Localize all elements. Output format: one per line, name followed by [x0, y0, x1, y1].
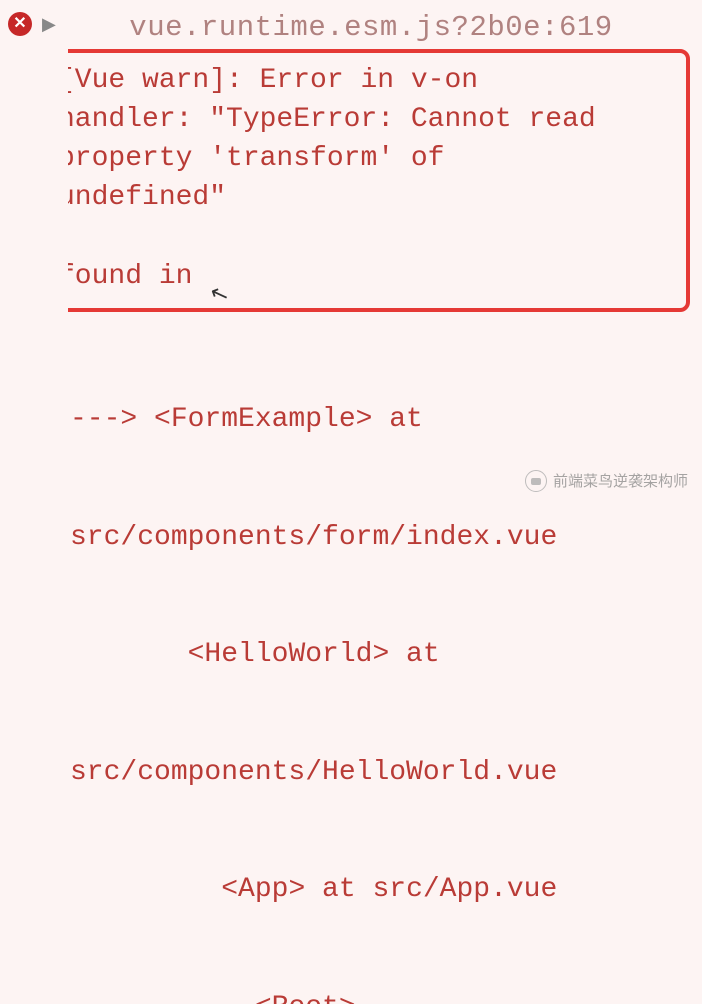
error-icon: ✕: [8, 12, 32, 36]
trace-line: ---> <FormExample> at: [70, 400, 694, 439]
watermark-text: 前端菜鸟逆袭架构师: [553, 471, 688, 492]
warn-line-1: [Vue warn]: Error in v-on: [68, 61, 672, 100]
console-content: vue.runtime.esm.js?2b0e:619 [Vue warn]: …: [68, 8, 694, 1004]
trace-line: <Root>: [70, 988, 694, 1004]
watermark: 前端菜鸟逆袭架构师: [525, 470, 688, 492]
component-trace: ---> <FormExample> at src/components/for…: [68, 322, 694, 1004]
found-in-label: found in: [68, 257, 672, 296]
trace-line: src/components/form/index.vue: [70, 518, 694, 557]
console-error-entry: ✕ ▶ vue.runtime.esm.js?2b0e:619 [Vue war…: [8, 8, 694, 1004]
wechat-icon: [525, 470, 547, 492]
warn-line-2: handler: "TypeError: Cannot read: [68, 100, 672, 139]
trace-line: <App> at src/App.vue: [70, 870, 694, 909]
warn-line-3: property 'transform' of: [68, 139, 672, 178]
error-highlight-box: [Vue warn]: Error in v-on handler: "Type…: [68, 49, 690, 312]
trace-line: <HelloWorld> at: [70, 635, 694, 674]
blank-line: [68, 217, 672, 256]
warn-line-4: undefined": [68, 178, 672, 217]
error-icon-col: ✕: [8, 8, 42, 36]
expand-arrow-icon[interactable]: ▶: [42, 14, 68, 39]
source-file-link[interactable]: vue.runtime.esm.js?2b0e:619: [68, 8, 694, 49]
trace-line: src/components/HelloWorld.vue: [70, 753, 694, 792]
expand-arrow-col: ▶: [42, 8, 68, 39]
